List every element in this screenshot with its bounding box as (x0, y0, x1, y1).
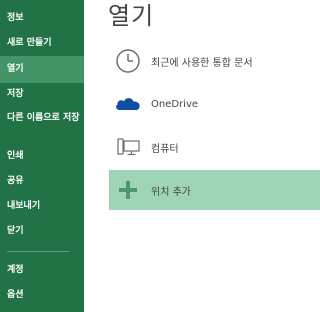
location-label: 위치 추가 (151, 186, 191, 198)
sidebar-item-label: 저장 (7, 89, 24, 99)
sidebar-item-label: 새로 만들기 (7, 38, 52, 48)
sidebar-item-label: 공유 (7, 176, 24, 186)
sidebar-item-label: 내보내기 (7, 201, 41, 211)
location-label: 컴퓨터 (151, 143, 179, 155)
location-label: OneDrive (151, 98, 199, 110)
sidebar-item-export[interactable]: 내보내기 (0, 200, 84, 212)
computer-icon (113, 132, 143, 162)
sidebar-item-new[interactable]: 새로 만들기 (0, 37, 84, 49)
excel-backstage: 정보 새로 만들기 열기 저장 다른 이름으로 저장 인쇄 공유 내보내기 닫기… (0, 0, 320, 312)
location-label: 최근에 사용한 통합 문서 (151, 57, 253, 69)
open-pane: 열기 최근에 사용한 통합 문서 OneDrive 컴퓨터 위치 추가 (84, 0, 320, 312)
sidebar-item-open[interactable]: 열기 (0, 56, 84, 83)
backstage-sidebar: 정보 새로 만들기 열기 저장 다른 이름으로 저장 인쇄 공유 내보내기 닫기… (0, 0, 84, 312)
sidebar-item-close[interactable]: 닫기 (0, 225, 84, 237)
sidebar-item-print[interactable]: 인쇄 (0, 150, 84, 162)
location-recent[interactable]: 최근에 사용한 통합 문서 (109, 41, 320, 81)
location-add-place[interactable]: 위치 추가 (109, 170, 320, 210)
page-title: 열기 (108, 2, 155, 30)
sidebar-item-save[interactable]: 저장 (0, 88, 84, 100)
sidebar-item-label: 열기 (7, 64, 24, 74)
sidebar-item-share[interactable]: 공유 (0, 175, 84, 187)
sidebar-item-label: 인쇄 (7, 151, 24, 161)
sidebar-item-label: 닫기 (7, 226, 24, 236)
sidebar-divider (7, 251, 69, 252)
sidebar-item-label: 옵션 (7, 290, 24, 300)
cloud-icon (113, 89, 143, 119)
sidebar-item-info[interactable]: 정보 (0, 12, 84, 24)
sidebar-item-save-as[interactable]: 다른 이름으로 저장 (0, 112, 84, 124)
sidebar-item-options[interactable]: 옵션 (0, 289, 84, 301)
plus-icon (113, 175, 143, 205)
sidebar-item-label: 다른 이름으로 저장 (7, 113, 80, 123)
sidebar-item-account[interactable]: 계정 (0, 264, 84, 276)
location-onedrive[interactable]: OneDrive (109, 84, 320, 124)
sidebar-item-label: 정보 (7, 13, 24, 23)
clock-icon (113, 46, 143, 76)
location-computer[interactable]: 컴퓨터 (109, 127, 320, 167)
sidebar-item-label: 계정 (7, 265, 24, 275)
